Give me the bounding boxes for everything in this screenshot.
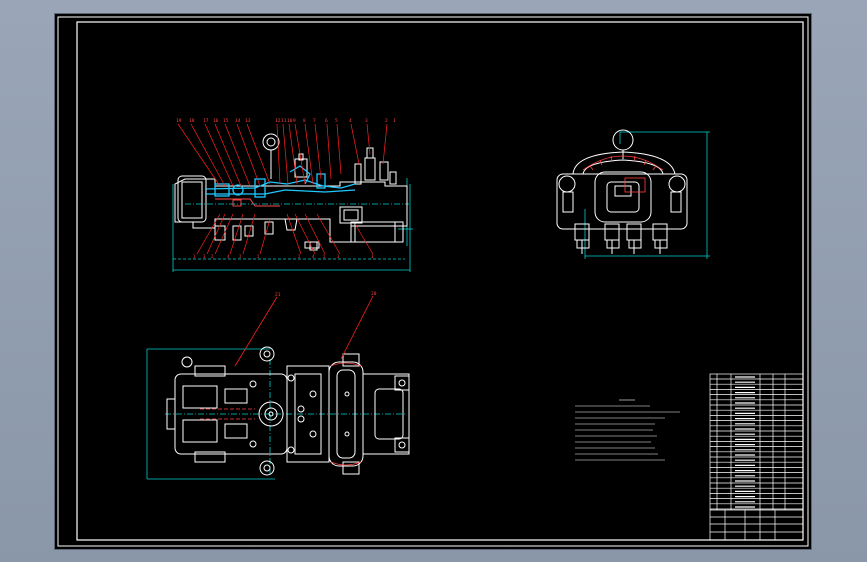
side-body (556, 129, 688, 254)
side-view[interactable] (556, 129, 710, 259)
cad-drawing[interactable]: 19 18 17 16 15 14 13 12 11 10 9 8 7 6 5 4 3 2 1 132 422 24… (55, 14, 811, 549)
balloon-1: 1 (393, 118, 396, 124)
cad-viewport[interactable]: 19 18 17 16 15 14 13 12 11 10 9 8 7 6 5 4 3 2 1 132 422 24… (0, 0, 867, 562)
top-leader-lines (234, 295, 374, 367)
outer-border (57, 16, 809, 547)
balloon-3: 3 (365, 118, 368, 124)
balloon-12: 12 (275, 118, 281, 124)
balloon-20: 20 (371, 291, 377, 297)
front-view[interactable]: 19 18 17 16 15 14 13 12 11 10 9 8 7 6 5 4 3 2 1 132 422 24… (172, 118, 413, 272)
svg-text:2: 2 (323, 254, 326, 259)
inner-border (76, 21, 804, 541)
side-dimensions (584, 131, 710, 259)
svg-text:2: 2 (211, 254, 214, 259)
svg-text:2: 2 (298, 254, 301, 259)
top-balloons: 21 20 (275, 291, 377, 298)
balloon-13: 13 (245, 118, 251, 124)
balloon-16: 16 (213, 118, 219, 124)
svg-text:1: 1 (193, 254, 196, 259)
front-balloons: 19 18 17 16 15 14 13 12 11 10 9 8 7 6 5 4 3 2 1 (176, 118, 396, 124)
balloon-9: 9 (293, 118, 296, 124)
svg-text:3: 3 (337, 254, 340, 259)
top-body (166, 346, 410, 476)
balloon-14: 14 (235, 118, 241, 124)
balloon-5: 5 (335, 118, 338, 124)
balloon-8: 8 (303, 118, 306, 124)
balloon-2: 2 (385, 118, 388, 124)
top-view[interactable]: 21 20 (146, 291, 410, 480)
balloon-4: 4 (349, 118, 352, 124)
svg-text:4: 4 (227, 254, 230, 259)
balloon-11: 11 (281, 118, 287, 124)
title-block (709, 373, 804, 541)
balloon-21: 21 (275, 292, 281, 298)
svg-text:2: 2 (239, 254, 242, 259)
front-red-detail (215, 198, 280, 207)
svg-text:4: 4 (312, 254, 315, 259)
technical-notes (575, 399, 680, 461)
balloon-6: 6 (325, 118, 328, 124)
drawing-sheet[interactable]: 19 18 17 16 15 14 13 12 11 10 9 8 7 6 5 4 3 2 1 132 422 24… (55, 14, 811, 549)
svg-text:2: 2 (257, 254, 260, 259)
balloon-15: 15 (223, 118, 229, 124)
balloon-7: 7 (313, 118, 316, 124)
balloon-17: 17 (203, 118, 209, 124)
front-body (174, 133, 408, 251)
balloon-10: 10 (287, 118, 293, 124)
svg-text:3: 3 (371, 254, 374, 259)
balloon-19: 19 (176, 118, 182, 124)
front-dimensions (172, 178, 413, 272)
balloon-18: 18 (189, 118, 195, 124)
front-bottom-labels: 132 422 242 33 (193, 254, 374, 259)
top-dimensions (146, 348, 405, 480)
svg-text:3: 3 (203, 254, 206, 259)
